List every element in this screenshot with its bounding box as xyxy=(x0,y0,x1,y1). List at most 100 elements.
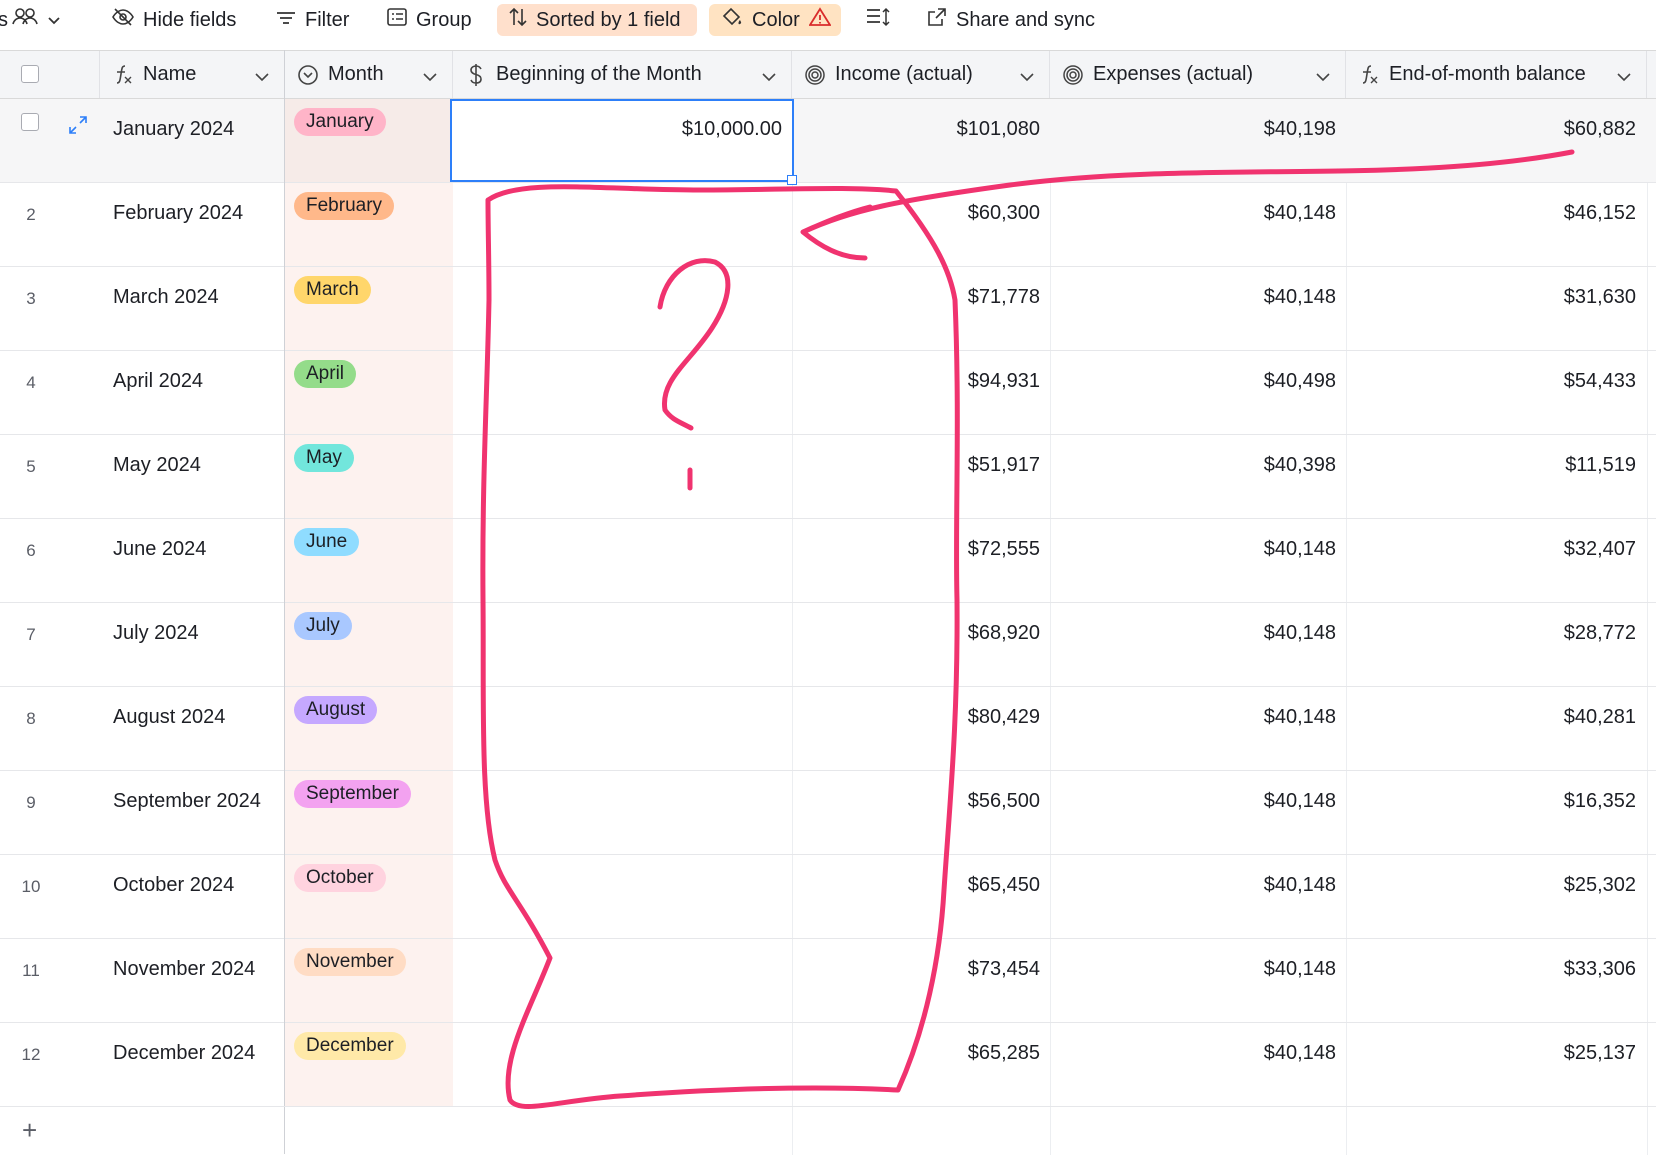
cell-end-balance[interactable]: $31,630 xyxy=(1564,286,1636,309)
cell-income[interactable]: $68,920 xyxy=(968,622,1040,645)
expand-record-icon[interactable] xyxy=(68,115,88,140)
cell-month[interactable]: January xyxy=(285,99,453,182)
table-row[interactable]: 12 December 2024 December $65,285 $40,148 $25… xyxy=(0,1023,1656,1107)
chevron-down-icon[interactable] xyxy=(1019,65,1035,88)
sort-button[interactable]: Sorted by 1 field xyxy=(497,4,697,36)
column-header-month[interactable]: Month xyxy=(285,51,453,98)
table-row[interactable]: 11 November 2024 November $73,454 $40,148 $33… xyxy=(0,939,1656,1023)
cell-expenses[interactable]: $40,148 xyxy=(1264,286,1336,309)
column-label-name: Name xyxy=(143,63,197,85)
cell-expenses[interactable]: $40,198 xyxy=(1264,118,1336,141)
cell-month[interactable]: December xyxy=(285,1023,453,1106)
cell-name[interactable]: June 2024 xyxy=(113,538,206,561)
cell-month[interactable]: November xyxy=(285,939,453,1022)
table-row[interactable]: 8 August 2024 August $80,429 $40,148 $40,281 xyxy=(0,687,1656,771)
chevron-down-icon[interactable] xyxy=(254,65,270,88)
cell-expenses[interactable]: $40,398 xyxy=(1264,454,1336,477)
table-row[interactable]: January 2024 January $101,080 $40,198 $60,88… xyxy=(0,99,1656,185)
cell-income[interactable]: $101,080 xyxy=(957,118,1040,141)
cell-expenses[interactable]: $40,148 xyxy=(1264,874,1336,897)
select-all-checkbox[interactable] xyxy=(21,65,39,83)
row-checkbox[interactable] xyxy=(21,113,39,131)
column-header-beginning[interactable]: Beginning of the Month xyxy=(453,51,792,98)
filter-button[interactable]: Filter xyxy=(264,4,361,36)
cell-income[interactable]: $72,555 xyxy=(968,538,1040,561)
cell-end-balance[interactable]: $60,882 xyxy=(1564,118,1636,141)
table-row[interactable]: 10 October 2024 October $65,450 $40,148 $25,3… xyxy=(0,855,1656,939)
cell-name[interactable]: August 2024 xyxy=(113,706,225,729)
cell-income[interactable]: $65,450 xyxy=(968,874,1040,897)
cell-expenses[interactable]: $40,148 xyxy=(1264,706,1336,729)
cell-income[interactable]: $80,429 xyxy=(968,706,1040,729)
cell-income[interactable]: $60,300 xyxy=(968,202,1040,225)
cell-expenses[interactable]: $40,148 xyxy=(1264,202,1336,225)
table-row[interactable]: 4 April 2024 April $94,931 $40,498 $54,433 xyxy=(0,351,1656,435)
color-button[interactable]: Color xyxy=(709,4,841,36)
table-row[interactable]: 2 February 2024 February $60,300 $40,148 $46,… xyxy=(0,183,1656,267)
cell-name[interactable]: May 2024 xyxy=(113,454,201,477)
cell-month[interactable]: May xyxy=(285,435,453,518)
cell-end-balance[interactable]: $25,302 xyxy=(1564,874,1636,897)
cell-month[interactable]: March xyxy=(285,267,453,350)
cell-end-balance[interactable]: $46,152 xyxy=(1564,202,1636,225)
cell-expenses[interactable]: $40,498 xyxy=(1264,370,1336,393)
cell-month[interactable]: February xyxy=(285,183,453,266)
cell-month[interactable]: October xyxy=(285,855,453,938)
cell-expenses[interactable]: $40,148 xyxy=(1264,1042,1336,1065)
cell-income[interactable]: $56,500 xyxy=(968,790,1040,813)
share-sync-button[interactable]: Share and sync xyxy=(915,4,1107,36)
cell-name[interactable]: December 2024 xyxy=(113,1042,255,1065)
sort-arrows-icon xyxy=(509,7,527,33)
cell-end-balance[interactable]: $33,306 xyxy=(1564,958,1636,981)
column-header-income[interactable]: Income (actual) xyxy=(792,51,1050,98)
cell-beginning-selected[interactable]: $10,000.00 xyxy=(450,99,797,185)
cell-name[interactable]: July 2024 xyxy=(113,622,199,645)
cell-end-balance[interactable]: $11,519 xyxy=(1565,454,1636,477)
table-row[interactable]: 3 March 2024 March $71,778 $40,148 $31,630 xyxy=(0,267,1656,351)
hide-fields-button[interactable]: Hide fields xyxy=(100,4,248,36)
chevron-down-icon[interactable] xyxy=(422,65,438,88)
column-header-expenses[interactable]: Expenses (actual) xyxy=(1050,51,1346,98)
cell-name[interactable]: February 2024 xyxy=(113,202,243,225)
cell-name[interactable]: April 2024 xyxy=(113,370,203,393)
cell-name[interactable]: January 2024 xyxy=(113,118,234,141)
cell-month[interactable]: July xyxy=(285,603,453,686)
cell-month[interactable]: June xyxy=(285,519,453,602)
cell-month[interactable]: August xyxy=(285,687,453,770)
table-row[interactable]: 6 June 2024 June $72,555 $40,148 $32,407 xyxy=(0,519,1656,603)
cell-end-balance[interactable]: $16,352 xyxy=(1564,790,1636,813)
table-row[interactable]: 5 May 2024 May $51,917 $40,398 $11,519 xyxy=(0,435,1656,519)
cell-month[interactable]: September xyxy=(285,771,453,854)
collaborators-button[interactable] xyxy=(2,4,73,36)
cell-expenses[interactable]: $40,148 xyxy=(1264,538,1336,561)
table-row[interactable]: 7 July 2024 July $68,920 $40,148 $28,772 xyxy=(0,603,1656,687)
cell-income[interactable]: $65,285 xyxy=(968,1042,1040,1065)
cell-income[interactable]: $94,931 xyxy=(968,370,1040,393)
cell-end-balance[interactable]: $54,433 xyxy=(1564,370,1636,393)
cell-income[interactable]: $71,778 xyxy=(968,286,1040,309)
row-height-button[interactable] xyxy=(854,4,902,36)
cell-end-balance[interactable]: $40,281 xyxy=(1564,706,1636,729)
column-header-name[interactable]: Name xyxy=(100,51,285,98)
cell-expenses[interactable]: $40,148 xyxy=(1264,958,1336,981)
cell-end-balance[interactable]: $32,407 xyxy=(1564,538,1636,561)
cell-name[interactable]: March 2024 xyxy=(113,286,219,309)
add-record-row[interactable]: + xyxy=(0,1106,285,1153)
cell-name[interactable]: October 2024 xyxy=(113,874,234,897)
plus-icon[interactable]: + xyxy=(22,1115,37,1146)
chevron-down-icon[interactable] xyxy=(761,65,777,88)
chevron-down-icon[interactable] xyxy=(1315,65,1331,88)
chevron-down-icon[interactable] xyxy=(1616,65,1632,88)
group-button[interactable]: Group xyxy=(375,4,484,36)
cell-expenses[interactable]: $40,148 xyxy=(1264,790,1336,813)
cell-name[interactable]: November 2024 xyxy=(113,958,255,981)
cell-income[interactable]: $73,454 xyxy=(968,958,1040,981)
cell-end-balance[interactable]: $28,772 xyxy=(1564,622,1636,645)
cell-name[interactable]: September 2024 xyxy=(113,790,261,813)
column-header-end-balance[interactable]: End-of-month balance xyxy=(1346,51,1647,98)
cell-end-balance[interactable]: $25,137 xyxy=(1564,1042,1636,1065)
cell-income[interactable]: $51,917 xyxy=(968,454,1040,477)
cell-month[interactable]: April xyxy=(285,351,453,434)
table-row[interactable]: 9 September 2024 September $56,500 $40,148 $1… xyxy=(0,771,1656,855)
cell-expenses[interactable]: $40,148 xyxy=(1264,622,1336,645)
